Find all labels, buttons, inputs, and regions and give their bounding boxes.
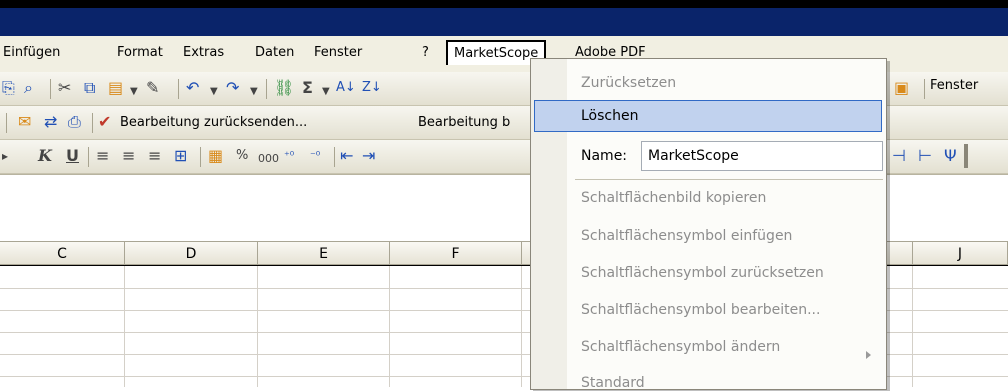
- name-label: Name:: [581, 148, 628, 164]
- send-review-button[interactable]: Bearbeitung zurücksenden...: [120, 114, 307, 132]
- paste-dropdown-icon[interactable]: ▼: [130, 83, 138, 101]
- toolbar-options-icon[interactable]: [964, 144, 968, 168]
- research-icon[interactable]: ⌕: [24, 79, 33, 97]
- underline-button[interactable]: U: [66, 147, 79, 165]
- properties-icon[interactable]: ▣: [894, 79, 909, 97]
- percent-button[interactable]: %: [236, 147, 248, 165]
- separator: [88, 147, 89, 167]
- grid-line: [389, 266, 390, 387]
- sort-descending-icon[interactable]: Z↓: [362, 79, 382, 97]
- decrease-indent-icon[interactable]: ⇤: [340, 147, 353, 165]
- undo-icon[interactable]: ↶: [186, 79, 199, 97]
- fenster-button[interactable]: Fenster: [930, 78, 978, 93]
- submenu-arrow-icon: [866, 351, 871, 359]
- column-header-i[interactable]: [887, 241, 913, 265]
- menu-item-edit-button-image[interactable]: Schaltflächensymbol bearbeiten...: [581, 302, 820, 318]
- menu-item-reset[interactable]: Zurücksetzen: [581, 75, 676, 91]
- title-bar: [0, 8, 1008, 36]
- reply-icon[interactable]: ⎙: [68, 113, 81, 131]
- column-header-e[interactable]: E: [258, 241, 390, 265]
- menu-item-standard[interactable]: Standard: [581, 375, 645, 391]
- track-changes-icon[interactable]: ⇄: [44, 113, 57, 131]
- redo-icon[interactable]: ↷: [226, 79, 239, 97]
- thousands-button[interactable]: 000: [258, 150, 279, 168]
- menu-item-copy-button-image[interactable]: Schaltflächenbild kopieren: [581, 190, 766, 206]
- menu-item-change-button-image[interactable]: Schaltflächensymbol ändern: [581, 339, 780, 355]
- column-header-j[interactable]: J: [913, 241, 1008, 265]
- toolbar-edge: ▸: [2, 149, 9, 163]
- menu-einfuegen[interactable]: Einfügen: [3, 45, 60, 60]
- autosum-icon[interactable]: Σ: [302, 79, 313, 97]
- new-icon[interactable]: ⎘: [2, 79, 15, 97]
- separator: [334, 147, 335, 167]
- cut-icon[interactable]: ✂: [58, 79, 71, 97]
- border-icon[interactable]: ⊣: [892, 147, 906, 165]
- separator: [924, 79, 925, 99]
- align-center-icon[interactable]: ≡: [122, 147, 135, 165]
- name-input[interactable]: MarketScope: [641, 141, 883, 171]
- redo-dropdown-icon[interactable]: ▼: [250, 83, 258, 101]
- column-header-c[interactable]: C: [0, 241, 125, 265]
- format-painter-icon[interactable]: ✎: [146, 79, 159, 97]
- copy-icon[interactable]: ⧉: [84, 79, 95, 97]
- separator: [200, 147, 201, 167]
- grid-line: [124, 266, 125, 387]
- increase-decimal-icon[interactable]: ⁺⁰: [284, 147, 294, 165]
- font-color-icon[interactable]: Ψ: [944, 147, 957, 165]
- menu-item-paste-button-image[interactable]: Schaltflächensymbol einfügen: [581, 228, 792, 244]
- merge-center-icon[interactable]: ⊞: [174, 147, 187, 165]
- hyperlink-icon[interactable]: ⛓: [274, 79, 294, 97]
- menu-daten[interactable]: Daten: [255, 45, 294, 60]
- increase-indent-icon[interactable]: ⇥: [362, 147, 375, 165]
- decrease-decimal-icon[interactable]: ⁻⁰: [310, 147, 320, 165]
- sort-ascending-icon[interactable]: A↓: [336, 79, 356, 97]
- separator: [92, 113, 93, 133]
- italic-button[interactable]: K: [38, 147, 52, 165]
- paste-icon[interactable]: ▤: [108, 79, 123, 97]
- menu-separator: [575, 179, 883, 180]
- menu-format[interactable]: Format: [117, 45, 163, 60]
- menu-fenster[interactable]: Fenster: [314, 45, 362, 60]
- menu-help[interactable]: ?: [422, 45, 429, 60]
- menu-item-reset-button-image[interactable]: Schaltflächensymbol zurücksetzen: [581, 265, 824, 281]
- grid-line: [257, 266, 258, 387]
- autosum-dropdown-icon[interactable]: ▼: [322, 83, 330, 101]
- menu-item-delete[interactable]: Löschen: [581, 108, 638, 124]
- currency-icon[interactable]: ▦: [208, 147, 223, 165]
- grid-line: [521, 266, 522, 387]
- send-review-icon[interactable]: ✔: [98, 113, 111, 131]
- menu-extras[interactable]: Extras: [183, 45, 224, 60]
- separator: [178, 79, 179, 99]
- separator: [6, 113, 7, 133]
- column-header-f[interactable]: F: [390, 241, 522, 265]
- review-icon[interactable]: ✉: [18, 113, 31, 131]
- context-menu: Zurücksetzen Löschen Name: MarketScope S…: [530, 58, 887, 391]
- fill-color-icon[interactable]: ⊢: [918, 147, 932, 165]
- grid-line: [912, 266, 913, 387]
- align-left-icon[interactable]: ≡: [96, 147, 109, 165]
- separator: [50, 79, 51, 99]
- separator: [266, 79, 267, 99]
- undo-dropdown-icon[interactable]: ▼: [210, 83, 218, 101]
- align-right-icon[interactable]: ≡: [148, 147, 161, 165]
- column-header-d[interactable]: D: [125, 241, 258, 265]
- end-review-button[interactable]: Bearbeitung b: [418, 114, 510, 132]
